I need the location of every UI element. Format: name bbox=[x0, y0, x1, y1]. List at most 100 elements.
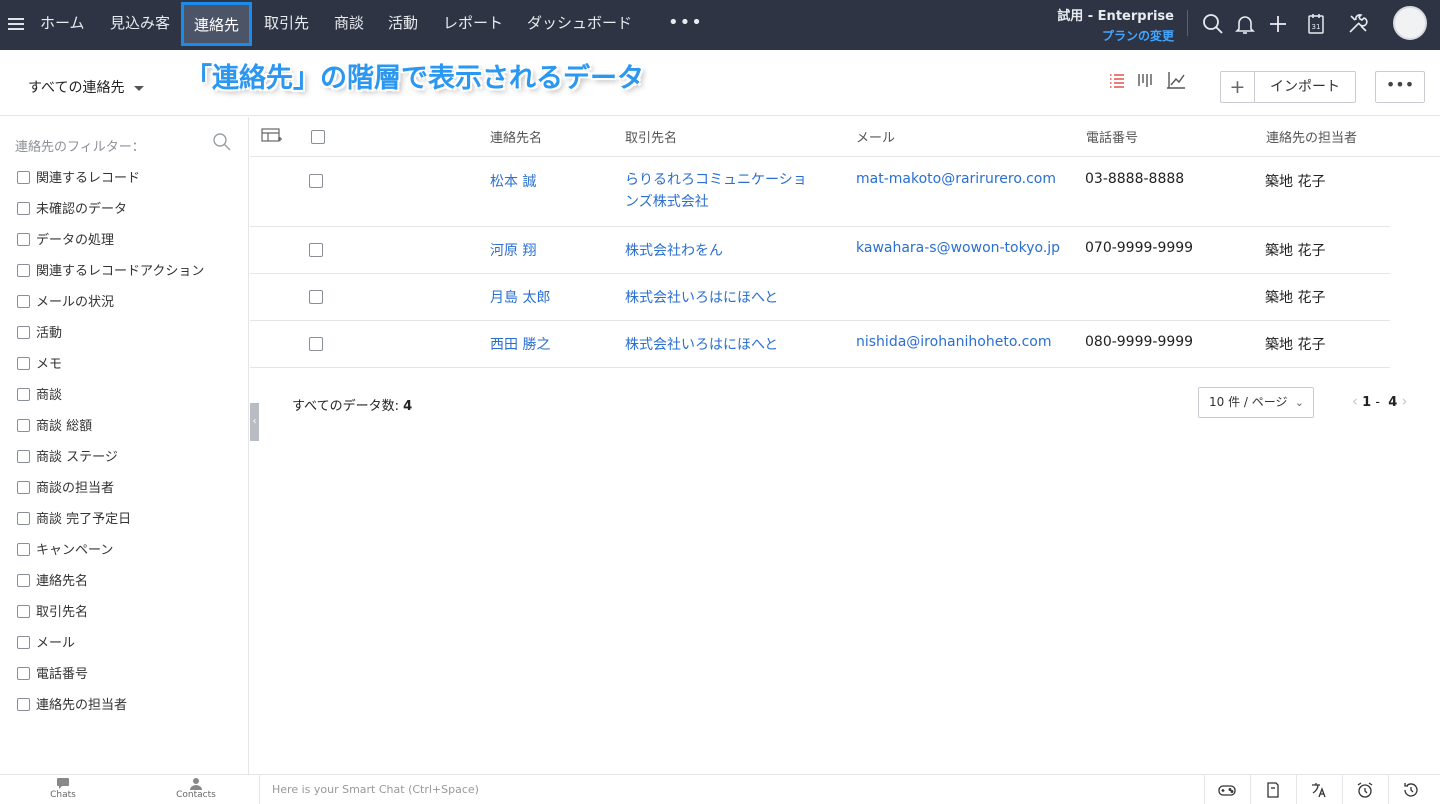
search-icon[interactable] bbox=[212, 132, 232, 152]
filter-checkbox[interactable] bbox=[17, 667, 30, 680]
filter-contact-name[interactable]: 連絡先名 bbox=[17, 572, 88, 592]
contacts-button[interactable]: Contacts bbox=[166, 777, 226, 800]
kanban-view-icon[interactable] bbox=[1135, 70, 1157, 92]
filter-contact-owner[interactable]: 連絡先の担当者 bbox=[17, 696, 127, 716]
filter-deal-owner[interactable]: 商談の担当者 bbox=[17, 479, 114, 499]
history-icon[interactable] bbox=[1388, 775, 1440, 804]
column-header-email[interactable]: メール bbox=[856, 127, 895, 146]
table-row[interactable]: 西田 勝之 株式会社いろはにほへと nishida@irohanihoheto.… bbox=[250, 321, 1390, 368]
filter-related-record-action[interactable]: 関連するレコードアクション bbox=[17, 262, 204, 282]
nav-tab-activities[interactable]: 活動 bbox=[388, 0, 418, 48]
column-header-contact-owner[interactable]: 連絡先の担当者 bbox=[1266, 127, 1357, 146]
filter-checkbox[interactable] bbox=[17, 233, 30, 246]
filter-deals[interactable]: 商談 bbox=[17, 386, 62, 406]
email-link[interactable]: nishida@irohanihoheto.com bbox=[856, 334, 1052, 350]
search-icon[interactable] bbox=[1201, 12, 1225, 36]
filter-campaign[interactable]: キャンペーン bbox=[17, 541, 113, 561]
select-all-checkbox[interactable] bbox=[311, 130, 325, 144]
filter-phone[interactable]: 電話番号 bbox=[17, 665, 88, 685]
nav-tab-dashboard[interactable]: ダッシュボード bbox=[527, 0, 632, 48]
contact-name-link[interactable]: 松本 誠 bbox=[490, 171, 536, 191]
filter-checkbox[interactable] bbox=[17, 512, 30, 525]
column-header-account-name[interactable]: 取引先名 bbox=[625, 127, 677, 146]
table-row[interactable]: 河原 翔 株式会社わをん kawahara-s@wowon-tokyo.jp 0… bbox=[250, 227, 1390, 274]
filter-checkbox[interactable] bbox=[17, 574, 30, 587]
calendar-icon[interactable]: 31 bbox=[1304, 12, 1328, 36]
column-header-phone[interactable]: 電話番号 bbox=[1086, 127, 1138, 146]
filter-related-records[interactable]: 関連するレコード bbox=[17, 169, 140, 189]
filter-checkbox[interactable] bbox=[17, 543, 30, 556]
column-settings-icon[interactable] bbox=[261, 127, 283, 145]
filter-checkbox[interactable] bbox=[17, 357, 30, 370]
filter-data-processing[interactable]: データの処理 bbox=[17, 231, 114, 251]
row-checkbox[interactable] bbox=[309, 174, 323, 188]
nav-tab-contacts[interactable]: 連絡先 bbox=[181, 2, 253, 46]
email-link[interactable]: kawahara-s@wowon-tokyo.jp bbox=[856, 240, 1060, 256]
alarm-icon[interactable] bbox=[1342, 775, 1388, 804]
contact-name-link[interactable]: 月島 太郎 bbox=[490, 287, 550, 307]
email-link[interactable]: mat-makoto@rarirurero.com bbox=[856, 171, 1056, 187]
bell-icon[interactable] bbox=[1233, 12, 1257, 36]
row-checkbox[interactable] bbox=[309, 290, 323, 304]
create-contact-button[interactable]: + bbox=[1220, 71, 1254, 103]
gamepad-icon[interactable] bbox=[1204, 775, 1250, 804]
filter-notes[interactable]: メモ bbox=[17, 355, 62, 375]
filter-checkbox[interactable] bbox=[17, 636, 30, 649]
next-page-icon[interactable]: › bbox=[1401, 392, 1407, 410]
nav-tab-leads[interactable]: 見込み客 bbox=[110, 0, 170, 48]
filter-checkbox[interactable] bbox=[17, 264, 30, 277]
filter-checkbox[interactable] bbox=[17, 698, 30, 711]
row-checkbox[interactable] bbox=[309, 243, 323, 257]
account-name-link[interactable]: 株式会社わをん bbox=[625, 240, 723, 260]
filter-checkbox[interactable] bbox=[17, 605, 30, 618]
filter-deal-amount[interactable]: 商談 総額 bbox=[17, 417, 92, 437]
nav-tab-reports[interactable]: レポート bbox=[443, 0, 503, 48]
record-count-value: 4 bbox=[403, 399, 413, 414]
filter-checkbox[interactable] bbox=[17, 388, 30, 401]
filter-activities[interactable]: 活動 bbox=[17, 324, 62, 344]
table-row[interactable]: 月島 太郎 株式会社いろはにほへと 築地 花子 bbox=[250, 274, 1390, 321]
column-header-contact-name[interactable]: 連絡先名 bbox=[490, 127, 542, 146]
filter-email[interactable]: メール bbox=[17, 634, 75, 654]
list-view-icon[interactable] bbox=[1106, 70, 1128, 92]
notes-icon[interactable] bbox=[1250, 775, 1296, 804]
nav-tab-deals[interactable]: 商談 bbox=[334, 0, 364, 48]
filter-deal-stage[interactable]: 商談 ステージ bbox=[17, 448, 118, 468]
chart-view-icon[interactable] bbox=[1165, 70, 1187, 92]
filter-unverified-data[interactable]: 未確認のデータ bbox=[17, 200, 127, 220]
change-plan-link[interactable]: プランの変更 bbox=[1057, 27, 1174, 44]
user-avatar[interactable] bbox=[1393, 6, 1427, 40]
nav-tab-home[interactable]: ホーム bbox=[40, 0, 85, 48]
tools-icon[interactable] bbox=[1346, 12, 1370, 36]
nav-more-button[interactable]: ••• bbox=[668, 12, 703, 33]
filter-checkbox[interactable] bbox=[17, 202, 30, 215]
more-actions-button[interactable]: ••• bbox=[1375, 71, 1425, 103]
filter-checkbox[interactable] bbox=[17, 326, 30, 339]
filter-email-status[interactable]: メールの状況 bbox=[17, 293, 114, 313]
row-checkbox[interactable] bbox=[309, 337, 323, 351]
account-name-link[interactable]: らりるれろコミュニケーションズ株式会社 bbox=[625, 169, 815, 213]
nav-tab-accounts[interactable]: 取引先 bbox=[264, 0, 309, 48]
menu-icon[interactable] bbox=[8, 15, 24, 31]
table-row[interactable]: 松本 誠 らりるれろコミュニケーションズ株式会社 mat-makoto@rari… bbox=[250, 157, 1390, 227]
filter-checkbox[interactable] bbox=[17, 481, 30, 494]
plus-icon[interactable] bbox=[1266, 12, 1290, 36]
filter-account-name[interactable]: 取引先名 bbox=[17, 603, 88, 623]
chats-button[interactable]: Chats bbox=[33, 777, 93, 800]
account-name-link[interactable]: 株式会社いろはにほへと bbox=[625, 334, 778, 354]
filter-checkbox[interactable] bbox=[17, 295, 30, 308]
contact-name-link[interactable]: 西田 勝之 bbox=[490, 334, 550, 354]
translate-icon[interactable] bbox=[1296, 775, 1342, 804]
smart-chat-input[interactable]: Here is your Smart Chat (Ctrl+Space) bbox=[259, 775, 1203, 804]
filter-checkbox[interactable] bbox=[17, 450, 30, 463]
contact-name-link[interactable]: 河原 翔 bbox=[490, 240, 536, 260]
per-page-select[interactable]: 10 件 / ページ ⌄ bbox=[1198, 387, 1314, 418]
view-selector[interactable]: すべての連絡先 bbox=[16, 72, 156, 104]
filter-label: 商談 完了予定日 bbox=[36, 512, 132, 527]
filter-checkbox[interactable] bbox=[17, 419, 30, 432]
account-name-link[interactable]: 株式会社いろはにほへと bbox=[625, 287, 778, 307]
import-button[interactable]: インポート bbox=[1254, 71, 1356, 103]
filter-checkbox[interactable] bbox=[17, 171, 30, 184]
filter-deal-closing-date[interactable]: 商談 完了予定日 bbox=[17, 510, 131, 530]
prev-page-icon[interactable]: ‹ bbox=[1352, 392, 1358, 410]
